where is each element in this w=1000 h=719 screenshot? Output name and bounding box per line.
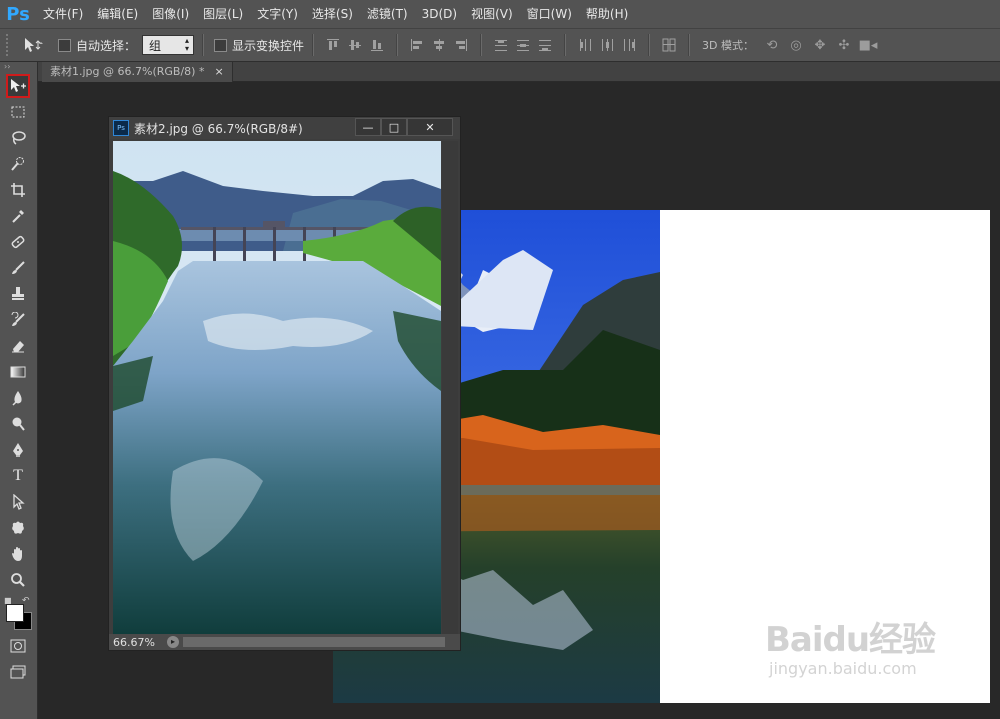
- menu-select[interactable]: 选择(S): [305, 0, 360, 28]
- watermark-logo-text: Baidu经验: [765, 620, 936, 660]
- options-separator: [648, 34, 651, 56]
- history-brush-icon[interactable]: [6, 308, 30, 332]
- zoom-level[interactable]: 66.67%: [113, 636, 155, 649]
- menu-window[interactable]: 窗口(W): [520, 0, 579, 28]
- zoom-icon[interactable]: [6, 568, 30, 592]
- eraser-icon[interactable]: [6, 334, 30, 358]
- foreground-color-swatch[interactable]: [6, 604, 24, 622]
- healing-brush-icon[interactable]: [6, 230, 30, 254]
- move-tool-icon[interactable]: [6, 74, 30, 98]
- hand-icon[interactable]: [6, 542, 30, 566]
- options-separator: [480, 34, 483, 56]
- brush-icon[interactable]: [6, 256, 30, 280]
- align-vertical-centers-icon[interactable]: [346, 36, 364, 54]
- watermark-url: jingyan.baidu.com: [769, 659, 917, 678]
- menu-edit[interactable]: 编辑(E): [90, 0, 145, 28]
- spinner-arrows-icon: ▴ ▾: [185, 36, 190, 53]
- distribute-horizontal-centers-icon[interactable]: [598, 36, 616, 54]
- maximize-icon: □: [388, 120, 400, 134]
- blur-icon[interactable]: [6, 386, 30, 410]
- align-bottom-edges-icon[interactable]: [368, 36, 386, 54]
- options-separator: [564, 34, 567, 56]
- distribute-vertical-centers-icon[interactable]: [514, 36, 532, 54]
- horizontal-scrollbar[interactable]: [183, 637, 445, 647]
- baidu-watermark: Baidu经验 jingyan.baidu.com: [765, 612, 985, 678]
- quick-selection-icon[interactable]: [6, 152, 30, 176]
- river-reflection-photo: [113, 141, 441, 634]
- menu-layer[interactable]: 图层(L): [196, 0, 250, 28]
- close-tab-icon[interactable]: ×: [214, 62, 223, 82]
- custom-shape-icon[interactable]: [6, 516, 30, 540]
- transform-controls-checkbox[interactable]: [214, 38, 228, 52]
- align-top-edges-icon[interactable]: [324, 36, 342, 54]
- type-icon[interactable]: T: [6, 464, 30, 488]
- distribute-top-icon[interactable]: [492, 36, 510, 54]
- rectangular-marquee-icon[interactable]: [6, 100, 30, 124]
- quick-mask-icon[interactable]: [6, 634, 30, 658]
- close-icon: ✕: [425, 120, 435, 134]
- options-bar: 自动选择： 组 ▴ ▾ 显示变换控件 3D 模式： ⟲ ◎ ✥ ✣ ■◂: [0, 28, 1000, 62]
- color-swatches: ■ ↶: [0, 596, 37, 630]
- transform-controls-label: 显示变换控件: [232, 38, 305, 53]
- auto-select-dropdown[interactable]: 组 ▴ ▾: [142, 35, 195, 55]
- menu-3d[interactable]: 3D(D): [415, 0, 464, 28]
- options-separator: [202, 34, 205, 56]
- auto-select-label: 自动选择：: [76, 38, 137, 53]
- auto-select-checkbox[interactable]: [58, 38, 71, 52]
- ps-document-icon: Ps: [113, 120, 129, 136]
- options-bar-grip[interactable]: [6, 34, 16, 56]
- tools-panel: ›› T ■ ↶: [0, 62, 38, 719]
- options-separator: [396, 34, 399, 56]
- path-selection-icon[interactable]: [6, 490, 30, 514]
- floating-window-titlebar[interactable]: Ps 素材2.jpg @ 66.7%(RGB/8#) — □ ✕: [109, 117, 460, 139]
- distribute-bottom-icon[interactable]: [536, 36, 554, 54]
- align-horizontal-centers-icon[interactable]: [430, 36, 448, 54]
- photoshop-logo: Ps: [6, 3, 30, 25]
- auto-select-value: 组: [149, 38, 162, 53]
- options-separator: [312, 34, 315, 56]
- 3d-rotate-icon[interactable]: ⟲: [762, 36, 782, 54]
- clone-stamp-icon[interactable]: [6, 282, 30, 306]
- 3d-mode-label: 3D 模式：: [702, 39, 754, 52]
- document-tab[interactable]: 素材1.jpg @ 66.7%(RGB/8) * ×: [42, 62, 233, 82]
- lasso-icon[interactable]: [6, 126, 30, 150]
- panel-collapse-icon[interactable]: ››: [0, 62, 37, 72]
- crop-icon[interactable]: [6, 178, 30, 202]
- 3d-scale-icon[interactable]: ■◂: [858, 36, 878, 54]
- menu-filter[interactable]: 滤镜(T): [360, 0, 415, 28]
- minimize-button[interactable]: —: [355, 118, 381, 136]
- auto-align-layers-icon[interactable]: [660, 36, 678, 54]
- floating-window-title: 素材2.jpg @ 66.7%(RGB/8#): [134, 121, 303, 136]
- screen-mode-icon[interactable]: [6, 660, 30, 684]
- dodge-icon[interactable]: [6, 412, 30, 436]
- 3d-pan-icon[interactable]: ✥: [810, 36, 830, 54]
- 3d-slide-icon[interactable]: ✣: [834, 36, 854, 54]
- minimize-icon: —: [362, 120, 374, 134]
- menu-image[interactable]: 图像(I): [145, 0, 196, 28]
- pen-icon[interactable]: [6, 438, 30, 462]
- 3d-roll-icon[interactable]: ◎: [786, 36, 806, 54]
- document-tab-title: 素材1.jpg @ 66.7%(RGB/8) *: [50, 65, 205, 78]
- move-icon[interactable]: [16, 34, 50, 56]
- align-left-edges-icon[interactable]: [408, 36, 426, 54]
- floating-window-scrollbar[interactable]: [442, 141, 458, 634]
- menu-bar: Ps 文件(F) 编辑(E) 图像(I) 图层(L) 文字(Y) 选择(S) 滤…: [0, 0, 1000, 28]
- gradient-icon[interactable]: [6, 360, 30, 384]
- menu-help[interactable]: 帮助(H): [579, 0, 635, 28]
- floating-document-window[interactable]: Ps 素材2.jpg @ 66.7%(RGB/8#) — □ ✕ 66.67% …: [108, 116, 461, 651]
- status-info-icon[interactable]: ▸: [166, 636, 179, 648]
- menu-file[interactable]: 文件(F): [36, 0, 90, 28]
- distribute-left-icon[interactable]: [576, 36, 594, 54]
- maximize-button[interactable]: □: [381, 118, 407, 136]
- options-separator: [688, 34, 691, 56]
- document-tab-bar: 素材1.jpg @ 66.7%(RGB/8) * ×: [38, 62, 1000, 82]
- menu-type[interactable]: 文字(Y): [250, 0, 305, 28]
- align-right-edges-icon[interactable]: [452, 36, 470, 54]
- menu-view[interactable]: 视图(V): [464, 0, 520, 28]
- floating-window-statusbar: 66.67% ▸: [109, 634, 460, 650]
- close-window-button[interactable]: ✕: [407, 118, 453, 136]
- distribute-right-icon[interactable]: [620, 36, 638, 54]
- eyedropper-icon[interactable]: [6, 204, 30, 228]
